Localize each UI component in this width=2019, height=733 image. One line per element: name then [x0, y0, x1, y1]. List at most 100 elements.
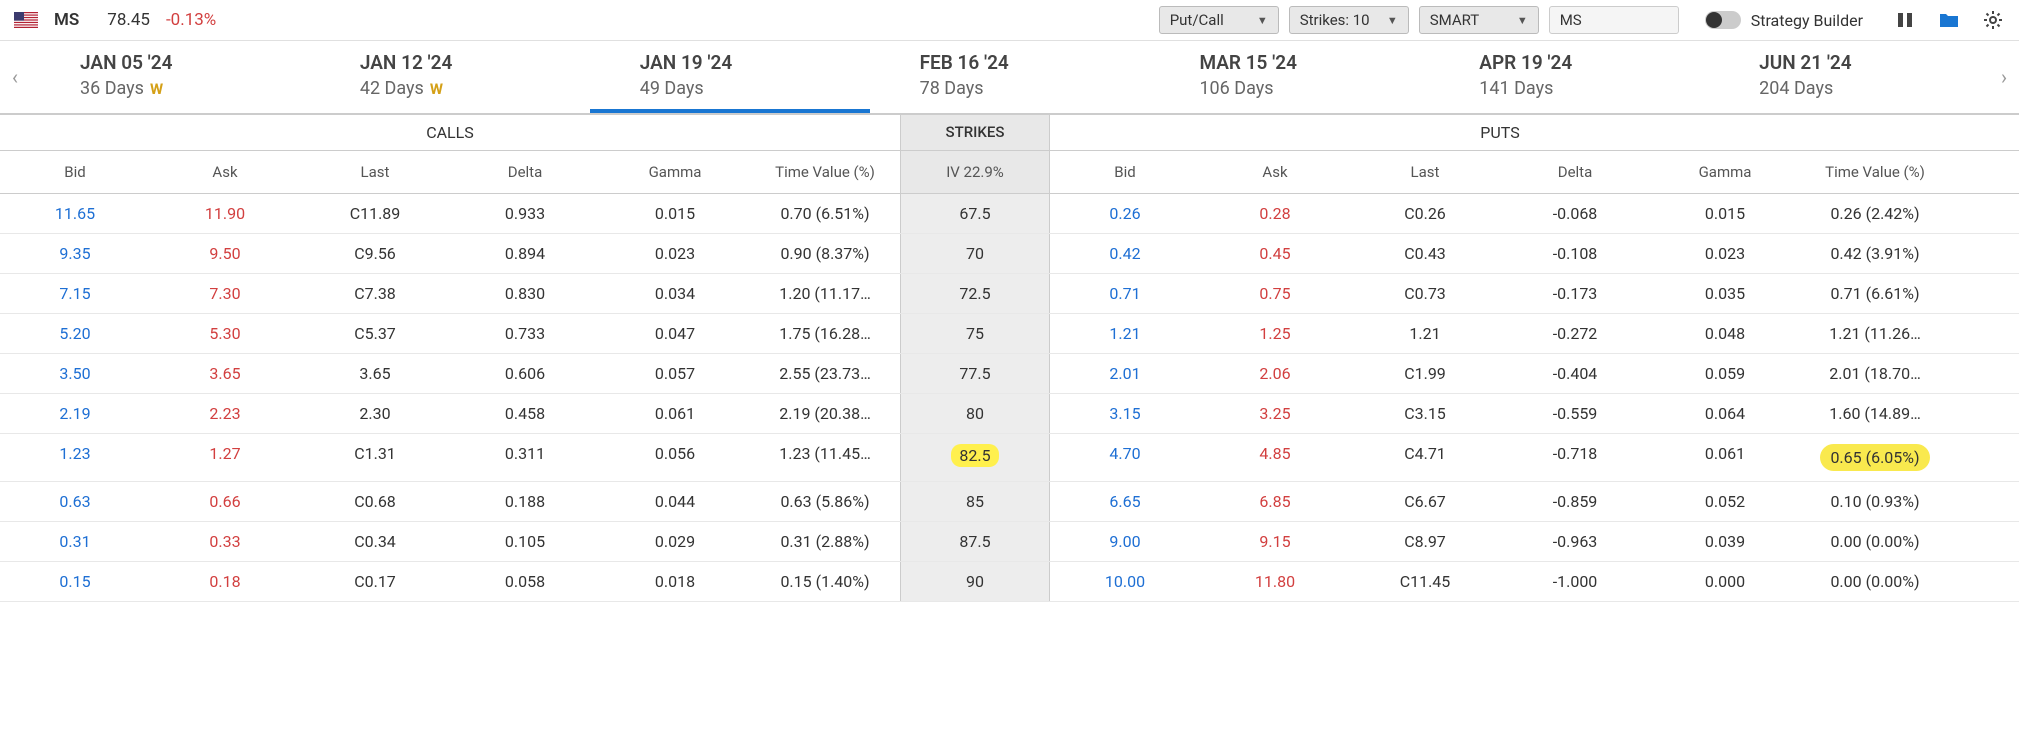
next-expiry-button[interactable]: › — [1989, 42, 2019, 112]
strike-price[interactable]: 70 — [900, 234, 1050, 273]
put-delta[interactable]: -0.404 — [1500, 354, 1650, 393]
call-timevalue[interactable]: 0.70 (6.51%) — [750, 194, 900, 233]
call-timevalue[interactable]: 1.23 (11.45… — [750, 434, 900, 481]
symbol-input[interactable]: MS — [1549, 6, 1679, 34]
put-gamma[interactable]: 0.015 — [1650, 194, 1800, 233]
put-delta[interactable]: -1.000 — [1500, 562, 1650, 601]
put-ask[interactable]: 9.15 — [1200, 522, 1350, 561]
put-timevalue[interactable]: 0.00 (0.00%) — [1800, 562, 1950, 601]
strike-price[interactable]: 75 — [900, 314, 1050, 353]
call-timevalue[interactable]: 0.63 (5.86%) — [750, 482, 900, 521]
call-bid[interactable]: 0.31 — [0, 522, 150, 561]
put-timevalue[interactable]: 0.71 (6.61%) — [1800, 274, 1950, 313]
call-last[interactable]: C0.17 — [300, 562, 450, 601]
strategy-builder-toggle[interactable]: Strategy Builder — [1705, 11, 1863, 30]
put-bid[interactable]: 0.42 — [1050, 234, 1200, 273]
call-gamma[interactable]: 0.023 — [600, 234, 750, 273]
col-put-bid[interactable]: Bid — [1050, 151, 1200, 193]
prev-expiry-button[interactable]: ‹ — [0, 42, 30, 112]
call-timevalue[interactable]: 0.90 (8.37%) — [750, 234, 900, 273]
put-last[interactable]: 1.21 — [1350, 314, 1500, 353]
expiry-tab[interactable]: MAR 15 '24 106 Days — [1149, 41, 1429, 113]
call-bid[interactable]: 7.15 — [0, 274, 150, 313]
put-timevalue[interactable]: 1.60 (14.89… — [1800, 394, 1950, 433]
put-ask[interactable]: 2.06 — [1200, 354, 1350, 393]
put-ask[interactable]: 4.85 — [1200, 434, 1350, 481]
call-timevalue[interactable]: 1.75 (16.28… — [750, 314, 900, 353]
exchange-dropdown[interactable]: SMART ▼ — [1419, 6, 1539, 34]
put-ask[interactable]: 0.28 — [1200, 194, 1350, 233]
call-bid[interactable]: 3.50 — [0, 354, 150, 393]
col-call-ask[interactable]: Ask — [150, 151, 300, 193]
call-timevalue[interactable]: 2.55 (23.73… — [750, 354, 900, 393]
call-last[interactable]: C11.89 — [300, 194, 450, 233]
put-bid[interactable]: 1.21 — [1050, 314, 1200, 353]
put-last[interactable]: C1.99 — [1350, 354, 1500, 393]
call-bid[interactable]: 1.23 — [0, 434, 150, 481]
put-gamma[interactable]: 0.035 — [1650, 274, 1800, 313]
put-gamma[interactable]: 0.048 — [1650, 314, 1800, 353]
call-ask[interactable]: 9.50 — [150, 234, 300, 273]
strike-price[interactable]: 77.5 — [900, 354, 1050, 393]
put-timevalue[interactable]: 0.42 (3.91%) — [1800, 234, 1950, 273]
put-delta[interactable]: -0.272 — [1500, 314, 1650, 353]
put-bid[interactable]: 2.01 — [1050, 354, 1200, 393]
call-last[interactable]: C7.38 — [300, 274, 450, 313]
call-timevalue[interactable]: 1.20 (11.17… — [750, 274, 900, 313]
call-ask[interactable]: 2.23 — [150, 394, 300, 433]
call-bid[interactable]: 0.15 — [0, 562, 150, 601]
put-gamma[interactable]: 0.061 — [1650, 434, 1800, 481]
call-last[interactable]: C0.68 — [300, 482, 450, 521]
call-bid[interactable]: 11.65 — [0, 194, 150, 233]
put-last[interactable]: C0.26 — [1350, 194, 1500, 233]
col-put-last[interactable]: Last — [1350, 151, 1500, 193]
put-ask[interactable]: 3.25 — [1200, 394, 1350, 433]
col-put-gamma[interactable]: Gamma — [1650, 151, 1800, 193]
put-gamma[interactable]: 0.039 — [1650, 522, 1800, 561]
put-last[interactable]: C8.97 — [1350, 522, 1500, 561]
put-timevalue[interactable]: 0.26 (2.42%) — [1800, 194, 1950, 233]
put-ask[interactable]: 0.75 — [1200, 274, 1350, 313]
put-ask[interactable]: 6.85 — [1200, 482, 1350, 521]
call-ask[interactable]: 0.33 — [150, 522, 300, 561]
call-delta[interactable]: 0.733 — [450, 314, 600, 353]
put-timevalue[interactable]: 1.21 (11.26… — [1800, 314, 1950, 353]
put-bid[interactable]: 3.15 — [1050, 394, 1200, 433]
call-gamma[interactable]: 0.034 — [600, 274, 750, 313]
call-ask[interactable]: 0.18 — [150, 562, 300, 601]
call-last[interactable]: C5.37 — [300, 314, 450, 353]
put-timevalue[interactable]: 0.65 (6.05%) — [1800, 434, 1950, 481]
put-delta[interactable]: -0.963 — [1500, 522, 1650, 561]
call-delta[interactable]: 0.058 — [450, 562, 600, 601]
call-gamma[interactable]: 0.057 — [600, 354, 750, 393]
put-delta[interactable]: -0.068 — [1500, 194, 1650, 233]
put-last[interactable]: C0.43 — [1350, 234, 1500, 273]
strike-price[interactable]: 67.5 — [900, 194, 1050, 233]
call-last[interactable]: 2.30 — [300, 394, 450, 433]
put-delta[interactable]: -0.559 — [1500, 394, 1650, 433]
put-delta[interactable]: -0.718 — [1500, 434, 1650, 481]
putcall-dropdown[interactable]: Put/Call ▼ — [1159, 6, 1279, 34]
put-last[interactable]: C6.67 — [1350, 482, 1500, 521]
put-timevalue[interactable]: 2.01 (18.70… — [1800, 354, 1950, 393]
put-gamma[interactable]: 0.052 — [1650, 482, 1800, 521]
put-ask[interactable]: 1.25 — [1200, 314, 1350, 353]
col-call-tv[interactable]: Time Value (%) — [750, 151, 900, 193]
put-bid[interactable]: 9.00 — [1050, 522, 1200, 561]
put-gamma[interactable]: 0.059 — [1650, 354, 1800, 393]
put-gamma[interactable]: 0.064 — [1650, 394, 1800, 433]
put-delta[interactable]: -0.859 — [1500, 482, 1650, 521]
put-bid[interactable]: 6.65 — [1050, 482, 1200, 521]
call-delta[interactable]: 0.105 — [450, 522, 600, 561]
put-bid[interactable]: 0.71 — [1050, 274, 1200, 313]
expiry-tab[interactable]: APR 19 '24 141 Days — [1429, 41, 1709, 113]
strike-price[interactable]: 82.5 — [900, 434, 1050, 481]
call-delta[interactable]: 0.606 — [450, 354, 600, 393]
strike-price[interactable]: 85 — [900, 482, 1050, 521]
col-call-delta[interactable]: Delta — [450, 151, 600, 193]
put-delta[interactable]: -0.173 — [1500, 274, 1650, 313]
call-ask[interactable]: 7.30 — [150, 274, 300, 313]
put-ask[interactable]: 11.80 — [1200, 562, 1350, 601]
call-last[interactable]: C0.34 — [300, 522, 450, 561]
pause-icon[interactable] — [1893, 8, 1917, 32]
